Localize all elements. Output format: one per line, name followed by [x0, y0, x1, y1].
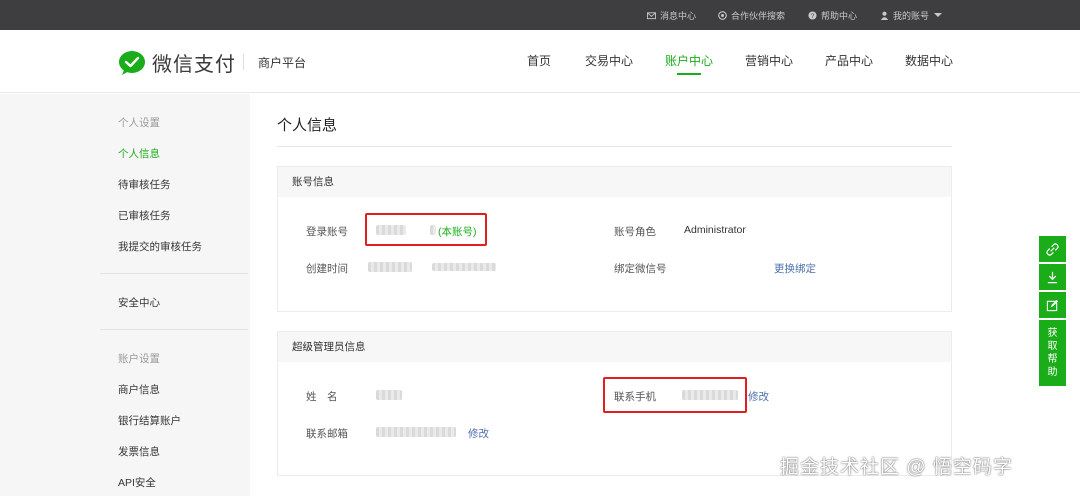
active-nav-indicator	[677, 73, 701, 75]
help-center-link[interactable]: ? 帮助中心	[808, 0, 857, 30]
bound-wechat-label: 绑定微信号	[614, 263, 667, 275]
wechat-pay-logo-icon	[119, 50, 145, 75]
page-title: 个人信息	[277, 117, 338, 134]
sidebar-item-reviewed[interactable]: 已审核任务	[118, 208, 171, 223]
svg-text:?: ?	[811, 13, 815, 20]
admin-email-label: 联系邮箱	[306, 428, 348, 440]
partner-icon	[718, 10, 727, 20]
platform-name: 商户平台	[258, 56, 307, 70]
login-account-label: 登录账号	[306, 226, 348, 238]
sidebar-item-bank-account[interactable]: 银行结算账户	[118, 413, 181, 428]
nav-data[interactable]: 数据中心	[905, 52, 953, 80]
sidebar-item-api-security[interactable]: API安全	[118, 475, 156, 490]
link-tool-button[interactable]	[1039, 236, 1066, 262]
admin-email-redacted	[376, 427, 456, 437]
message-center-link[interactable]: 消息中心	[647, 0, 696, 30]
edit-phone-link[interactable]: 修改	[748, 389, 769, 404]
created-date-redacted	[368, 262, 412, 272]
nav-account-center[interactable]: 账户中心	[665, 52, 713, 80]
help-icon: ?	[808, 10, 817, 20]
highlight-box	[603, 377, 747, 413]
sidebar-item-pending-review[interactable]: 待审核任务	[118, 177, 171, 192]
nav-home[interactable]: 首页	[527, 52, 551, 80]
get-help-label: 获取帮助	[1047, 328, 1058, 378]
my-account-menu[interactable]: 我的账号	[880, 0, 943, 30]
created-time-redacted	[432, 263, 496, 271]
sidebar-item-security-center[interactable]: 安全中心	[118, 295, 160, 310]
chevron-down-icon	[934, 13, 943, 17]
account-role-label: 账号角色	[614, 226, 656, 238]
rebind-wechat-link[interactable]: 更换绑定	[774, 261, 816, 276]
edit-icon	[1046, 299, 1059, 311]
floating-toolbar: 获取帮助	[1039, 236, 1066, 388]
wechat-pay-logo[interactable]: 微信支付	[118, 48, 236, 77]
my-account-label: 我的账号	[893, 10, 930, 21]
watermark: 掘金技术社区 @ 悟空码字	[780, 457, 1013, 478]
sidebar-divider	[100, 329, 248, 330]
top-bar: 消息中心 合作伙伴搜索 ? 帮助中心 我的账号	[0, 0, 1080, 30]
get-help-button[interactable]: 获取帮助	[1039, 320, 1066, 386]
nav-products[interactable]: 产品中心	[825, 52, 873, 80]
super-admin-heading: 超级管理员信息	[278, 332, 951, 362]
sidebar-item-my-submitted[interactable]: 我提交的审核任务	[118, 239, 202, 254]
download-icon	[1047, 271, 1058, 283]
partner-search-label: 合作伙伴搜索	[731, 10, 786, 21]
message-center-label: 消息中心	[660, 10, 697, 21]
link-icon	[1046, 242, 1059, 256]
sidebar-item-personal-info[interactable]: 个人信息	[118, 146, 160, 161]
edit-tool-button[interactable]	[1039, 292, 1066, 318]
site-header: 微信支付 商户平台 首页 交易中心 账户中心 营销中心 产品中心 数据中心	[0, 30, 1080, 93]
admin-name-redacted	[376, 390, 402, 400]
admin-name-label: 姓 名	[306, 391, 338, 403]
sidebar-section-personal: 个人设置	[118, 117, 160, 129]
sidebar-item-invoice-info[interactable]: 发票信息	[118, 444, 160, 459]
edit-email-link[interactable]: 修改	[468, 426, 489, 441]
highlight-box	[365, 213, 487, 246]
sidebar-item-merchant-info[interactable]: 商户信息	[118, 382, 160, 397]
account-info-heading: 账号信息	[278, 167, 951, 197]
nav-marketing[interactable]: 营销中心	[745, 52, 793, 80]
title-divider	[277, 146, 952, 147]
nav-transactions[interactable]: 交易中心	[585, 52, 633, 80]
account-role-value: Administrator	[684, 224, 746, 236]
envelope-icon	[647, 11, 656, 20]
user-icon	[880, 11, 889, 20]
brand-name: 微信支付	[152, 54, 236, 76]
download-tool-button[interactable]	[1039, 264, 1066, 290]
partner-search-link[interactable]: 合作伙伴搜索	[718, 0, 785, 30]
sidebar-divider	[100, 273, 248, 274]
logo-divider	[243, 54, 244, 70]
created-time-label: 创建时间	[306, 263, 348, 275]
help-center-label: 帮助中心	[821, 10, 858, 21]
sidebar-section-account: 账户设置	[118, 353, 160, 365]
